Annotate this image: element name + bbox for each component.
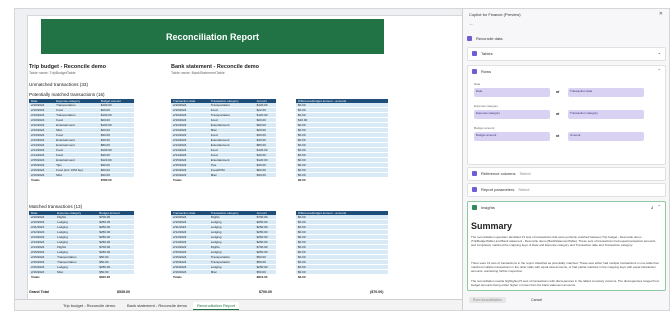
report-label: Report parameters: [481, 187, 515, 192]
link-icon: ⇄: [556, 111, 560, 116]
totals-cell: Totals: [171, 274, 209, 280]
summary-paragraph-2: There were 16 sets of transactions in th…: [471, 261, 659, 273]
run-reconciliation-button[interactable]: Run reconciliation: [469, 297, 506, 303]
reference-label: Reference columns: [481, 171, 516, 176]
rows-icon: [472, 69, 477, 74]
rows-card: Rows ⌃ Date Date ⇄ Transaction date Expe…: [467, 65, 666, 165]
reconcile-icon: [467, 35, 472, 41]
column-header-bar: [15, 9, 462, 16]
potential-left-table: Date Expense category Budget amount 2/10/20…: [29, 99, 134, 183]
totals-cell: [54, 177, 99, 183]
grand-total-budget: $535.00: [117, 290, 130, 294]
tables-label: Tables: [481, 51, 493, 56]
copilot-title: Copilot for Finance (Preview): [469, 12, 521, 17]
grand-total-label: Grand Total: [29, 290, 49, 294]
amount-left-chip[interactable]: Budget amount: [474, 132, 550, 141]
totals-row: Totals: [171, 177, 276, 183]
tables-row: Tables: [472, 51, 652, 56]
app-window: Reconciliation Report Trip budget - Reco…: [14, 8, 670, 311]
tab-bank-statement[interactable]: Bank statement - Reconcile demo: [123, 302, 191, 309]
unmatched-heading: Unmatched transactions (33): [29, 82, 88, 87]
category-right-chip[interactable]: Transaction category: [568, 110, 644, 119]
totals-cell: $780.00: [98, 177, 134, 183]
left-table-subtitle: Table name: TripBudgetTable: [29, 71, 76, 75]
potential-mid-table: Transaction date Transaction category Amou…: [171, 99, 276, 183]
tab-trip-budget[interactable]: Trip budget - Reconcile demo: [59, 302, 119, 309]
report-title: Reconciliation Report: [41, 19, 384, 54]
category-left-chip[interactable]: Expense category: [474, 110, 550, 119]
totals-row: Totals $810.00: [29, 274, 134, 280]
excel-sheet: Reconciliation Report Trip budget - Reco…: [15, 9, 463, 310]
summary-paragraph-1: The reconciliation operation identified …: [471, 235, 656, 247]
amount-map-label: Budget amount: [474, 126, 495, 130]
link-icon: ⇄: [556, 89, 560, 94]
date-left-chip[interactable]: Date: [474, 88, 550, 97]
date-map-label: Date: [474, 82, 481, 86]
totals-cell: [254, 177, 276, 183]
cancel-button[interactable]: Cancel: [527, 297, 546, 303]
back-arrow-icon[interactable]: ←: [469, 21, 474, 27]
reconcile-row[interactable]: Reconcile data: [467, 33, 664, 43]
totals-cell: $0.00: [296, 274, 388, 280]
table-icon: [472, 51, 477, 56]
amount-right-chip[interactable]: Amount: [568, 132, 644, 141]
matched-right-table: Difference(budget amount - amount) $0.00 $…: [296, 211, 388, 280]
totals-cell: Totals: [29, 177, 55, 183]
link-icon: ⇄: [556, 133, 560, 138]
report-row: Report parameters Select: [472, 187, 652, 192]
totals-cell: Totals: [171, 177, 209, 183]
reference-card[interactable]: Reference columns Select: [467, 167, 666, 181]
totals-row: $0.00: [296, 177, 388, 183]
totals-row: Totals $810.00: [171, 274, 276, 280]
reference-icon: [472, 171, 477, 176]
download-icon[interactable]: ⤓: [651, 204, 653, 209]
rows-header: Rows: [472, 69, 652, 74]
row-header-bar: [15, 15, 28, 299]
totals-cell: $0.00: [296, 177, 388, 183]
tables-card[interactable]: Tables ⌄: [467, 47, 666, 61]
insights-icon: [472, 205, 477, 210]
matched-left-table: Date Expense category Budget amount 2/10/20…: [29, 211, 134, 280]
insights-row: Insights: [472, 205, 652, 210]
totals-cell: [208, 274, 255, 280]
grand-total-amount: $700.00: [259, 290, 272, 294]
totals-cell: Totals: [29, 274, 56, 280]
right-table-subtitle: Table name: BankStatementTable: [171, 71, 225, 75]
summary-paragraph-3: The reconciliation results highlighted 5…: [471, 279, 660, 287]
close-icon[interactable]: ✕: [659, 11, 663, 17]
right-table-heading: Bank statement - Reconcile demo: [171, 64, 260, 70]
totals-cell: [55, 274, 98, 280]
matched-mid-table: Transaction date Transaction category Amou…: [171, 211, 276, 280]
rows-label: Rows: [481, 69, 492, 74]
totals-row: Totals $780.00: [29, 177, 134, 183]
totals-row: $0.00: [296, 274, 388, 280]
sheet-tab-bar: Trip budget - Reconcile demo Bank statem…: [15, 299, 462, 310]
report-card[interactable]: Report parameters Select: [467, 183, 666, 197]
copilot-pane: Copilot for Finance (Preview) ✕ ← Reconc…: [463, 9, 669, 310]
potential-heading: Potentially matched transactions (16): [29, 92, 105, 97]
totals-cell: [208, 177, 255, 183]
chevron-up-icon[interactable]: ⌃: [658, 68, 661, 73]
chevron-up-icon[interactable]: ⌃: [658, 204, 661, 209]
match-map-label: Expense category: [474, 104, 499, 108]
insights-label: Insights: [481, 205, 495, 210]
tab-reconciliation-report[interactable]: Reconciliation Report: [193, 302, 240, 310]
left-table-heading: Trip budget - Reconcile demo: [29, 64, 107, 70]
reference-row: Reference columns Select: [472, 171, 652, 176]
reference-select: Select: [519, 171, 531, 176]
grand-total-diff: ($70.00): [370, 290, 384, 294]
potential-right-table: Difference(budget amount - amount) $0.00 $…: [296, 99, 388, 183]
date-right-chip[interactable]: Transaction date: [568, 88, 644, 97]
totals-cell: $810.00: [254, 274, 276, 280]
report-icon: [472, 187, 477, 192]
summary-heading: Summary: [471, 221, 513, 231]
matched-heading: Matched transactions (13): [29, 204, 83, 209]
reconcile-label: Reconcile data: [476, 35, 503, 41]
chevron-down-icon[interactable]: ⌄: [658, 50, 661, 55]
report-select: Select: [518, 187, 530, 192]
totals-cell: $810.00: [97, 274, 134, 280]
